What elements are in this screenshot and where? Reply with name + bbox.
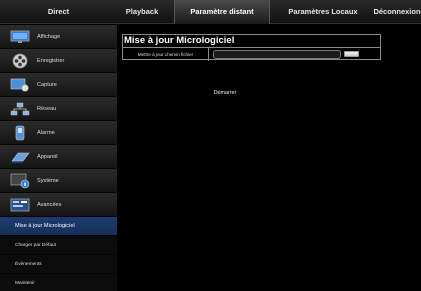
browse-button[interactable]	[344, 51, 359, 57]
subitem-events[interactable]: Évènements	[0, 255, 117, 274]
sidebar-item-network[interactable]: Réseau	[0, 97, 117, 121]
panel-title: Mise à jour Micrologiciel	[124, 35, 235, 46]
sidebar-item-advanced[interactable]: Avancées	[0, 193, 117, 217]
firmware-update-panel: Mise à jour Micrologiciel Mettre à jour …	[122, 34, 381, 61]
sidebar-item-system[interactable]: Système	[0, 169, 117, 193]
nav-remote-settings[interactable]: Paramètre distant	[174, 0, 270, 24]
advanced-icon	[9, 197, 31, 213]
film-reel-icon	[9, 53, 31, 69]
sidebar: Affichage Enregistrer Capture Réseau Ala…	[0, 25, 117, 291]
nav-logout[interactable]: Déconnexion	[373, 0, 421, 24]
file-path-input[interactable]	[213, 49, 341, 59]
sidebar-item-record[interactable]: Enregistrer	[0, 49, 117, 73]
sidebar-item-label: Système	[37, 177, 59, 184]
nav-local-settings[interactable]: Paramètres Locaux	[273, 0, 373, 24]
file-path-row: Mettre à jour chemin fichier	[123, 47, 380, 61]
network-icon	[9, 101, 31, 117]
sidebar-item-label: Réseau	[37, 105, 57, 112]
sidebar-item-label: Affichage	[37, 33, 61, 40]
dvr-web-client: Direct Playback Paramètre distant Paramè…	[0, 0, 421, 291]
subitem-firmware-update[interactable]: Mise à jour Micrologiciel	[0, 217, 117, 236]
sidebar-item-display[interactable]: Affichage	[0, 25, 117, 49]
subitem-load-default[interactable]: Charger par Défaut	[0, 236, 117, 255]
main-content: Mise à jour Micrologiciel Mettre à jour …	[117, 25, 421, 291]
start-button[interactable]: Démarrer	[206, 87, 244, 98]
file-path-label: Mettre à jour chemin fichier	[123, 47, 209, 61]
sidebar-item-label: Enregistrer	[37, 57, 65, 64]
sidebar-item-label: Avancées	[37, 201, 62, 208]
sidebar-item-label: Capture	[37, 81, 57, 88]
sidebar-item-alarm[interactable]: Alarme	[0, 121, 117, 145]
nav-playback[interactable]: Playback	[117, 0, 167, 24]
sidebar-item-device[interactable]: Appareil	[0, 145, 117, 169]
alarm-icon	[9, 125, 31, 141]
top-navigation: Direct Playback Paramètre distant Paramè…	[0, 0, 421, 24]
sidebar-item-label: Alarme	[37, 129, 55, 136]
nav-direct[interactable]: Direct	[0, 0, 117, 24]
sidebar-item-label: Appareil	[37, 153, 58, 160]
system-icon	[9, 173, 31, 189]
disk-icon	[9, 149, 31, 165]
monitor-icon	[9, 29, 31, 45]
sidebar-item-capture[interactable]: Capture	[0, 73, 117, 97]
capture-icon	[9, 77, 31, 93]
subitem-maintain[interactable]: Maintenir	[0, 274, 117, 291]
